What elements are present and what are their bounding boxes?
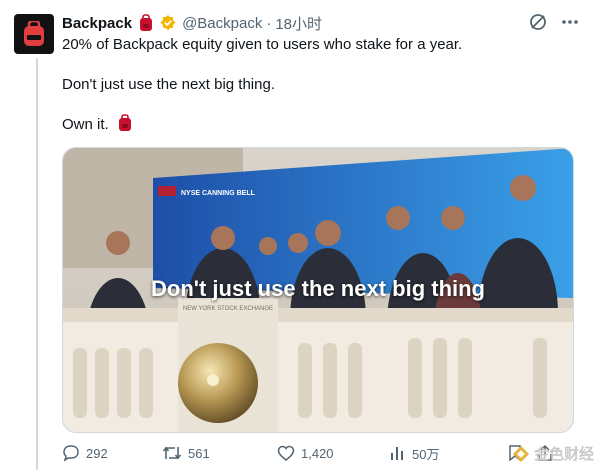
- more-icon[interactable]: [560, 12, 580, 37]
- watermark-logo-icon: [512, 445, 529, 462]
- author-handle[interactable]: @Backpack: [182, 15, 262, 32]
- sign-text: NYSE CANNING BELL: [181, 190, 256, 197]
- action-bar: 292 561 1,420 50万: [62, 440, 562, 466]
- backpack-logo-icon: [24, 21, 44, 46]
- like-button[interactable]: 1,420: [277, 440, 334, 466]
- repost-count: 561: [188, 445, 210, 461]
- like-count: 1,420: [301, 445, 334, 461]
- reply-button[interactable]: 292: [62, 440, 108, 466]
- grok-icon[interactable]: [528, 12, 548, 37]
- backpack-emoji-icon: [116, 114, 134, 138]
- views-icon: [391, 447, 403, 460]
- reply-count: 292: [86, 445, 108, 461]
- like-icon: [277, 445, 295, 461]
- views-button[interactable]: 50万: [388, 440, 439, 466]
- author-name[interactable]: Backpack: [62, 15, 132, 32]
- verified-badge-icon[interactable]: [159, 14, 177, 32]
- reply-icon: [63, 445, 79, 462]
- tweet-text-line-1: 20% of Backpack equity given to users wh…: [62, 36, 463, 53]
- tweet-media-image[interactable]: NYSE CANNING BELL NEW YORK STOCK EXCHANG…: [62, 147, 574, 433]
- thread-rule: [36, 58, 38, 470]
- avatar[interactable]: [14, 14, 54, 54]
- watermark-text: 金色财经: [533, 446, 594, 463]
- repost-button[interactable]: 561: [162, 440, 210, 466]
- header-separator: ·: [266, 14, 272, 32]
- watermark: 金色财经: [512, 443, 594, 464]
- video-caption: Don't just use the next big thing: [151, 276, 485, 301]
- tweet-text-own-it: Own it.: [62, 116, 109, 133]
- repost-icon: [162, 446, 182, 460]
- tweet-header: Backpack @Backpack · 18小时: [62, 12, 322, 34]
- timestamp[interactable]: 18小时: [275, 13, 322, 34]
- tweet-text-line-2: Don't just use the next big thing.: [62, 76, 275, 93]
- backpack-emoji-icon: [137, 14, 155, 32]
- podium-text: NEW YORK STOCK EXCHANGE: [183, 306, 273, 312]
- views-count: 50万: [412, 446, 440, 462]
- tweet-text-line-3: Own it.: [62, 114, 134, 138]
